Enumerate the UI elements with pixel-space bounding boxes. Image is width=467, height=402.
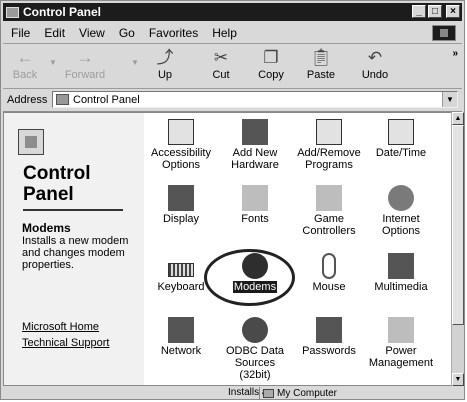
icon-grid: Accessibility Options Add New Hardware A… xyxy=(144,113,451,385)
item-fonts[interactable]: Fonts xyxy=(218,185,292,225)
menu-help[interactable]: Help xyxy=(212,26,237,40)
copy-button[interactable]: ❐ Copy xyxy=(251,47,291,81)
mouse-icon xyxy=(322,253,336,279)
status-zone-label: My Computer xyxy=(277,387,338,399)
item-network[interactable]: Network xyxy=(144,317,218,357)
control-panel-window: Control Panel _ □ × File Edit View Go Fa… xyxy=(0,0,465,400)
menu-go[interactable]: Go xyxy=(119,26,135,40)
joystick-icon xyxy=(316,185,342,211)
back-dropdown-icon[interactable]: ▼ xyxy=(49,58,57,67)
keyboard-icon xyxy=(168,263,194,277)
technical-support-link[interactable]: Technical Support xyxy=(22,337,109,349)
paste-button[interactable]: 📋︎ Paste xyxy=(301,47,341,81)
accessibility-icon xyxy=(168,119,194,145)
maximize-button[interactable]: □ xyxy=(428,5,442,18)
undo-button[interactable]: ↶ Undo xyxy=(355,47,395,81)
keys-icon xyxy=(316,317,342,343)
content-area: Control Panel Modems Installs a new mode… xyxy=(3,112,451,386)
menu-favorites[interactable]: Favorites xyxy=(149,26,198,40)
highlight-circle xyxy=(204,249,295,306)
selected-item-description: Installs a new modem and changes modem p… xyxy=(22,235,129,271)
address-value: Control Panel xyxy=(73,93,140,106)
control-panel-icon xyxy=(6,6,19,18)
forward-arrow-icon: → xyxy=(76,48,94,67)
scroll-down-icon[interactable]: ▼ xyxy=(452,373,464,386)
item-add-remove-programs[interactable]: Add/Remove Programs xyxy=(292,119,366,171)
copy-icon: ❐ xyxy=(263,48,279,67)
address-bar: Address Control Panel ▼ xyxy=(3,89,462,112)
item-odbc-data-sources[interactable]: ODBC Data Sources (32bit) xyxy=(218,317,292,381)
address-field[interactable]: Control Panel ▼ xyxy=(52,91,458,108)
menu-bar: File Edit View Go Favorites Help xyxy=(3,23,462,44)
more-chevron-icon[interactable]: » xyxy=(452,48,458,59)
undo-icon: ↶ xyxy=(367,48,383,67)
up-folder-icon: ⤴ xyxy=(156,48,174,67)
add-hardware-icon xyxy=(242,119,268,145)
address-dropdown-icon[interactable]: ▼ xyxy=(442,92,457,107)
status-bar: Installs a My Computer xyxy=(3,387,462,400)
item-date-time[interactable]: Date/Time xyxy=(364,119,438,159)
control-panel-large-icon xyxy=(18,129,44,155)
odbc-icon xyxy=(242,317,268,343)
multimedia-icon xyxy=(388,253,414,279)
windows-logo-icon xyxy=(432,25,456,41)
up-button[interactable]: ⤴ Up xyxy=(145,47,185,81)
panel-title: Control Panel xyxy=(23,163,91,205)
title-bar[interactable]: Control Panel _ □ × xyxy=(3,3,462,21)
item-power-management[interactable]: Power Management xyxy=(364,317,438,369)
scroll-thumb[interactable] xyxy=(452,125,464,325)
menu-edit[interactable]: Edit xyxy=(44,26,65,40)
item-internet-options[interactable]: Internet Options xyxy=(364,185,438,237)
my-computer-icon xyxy=(263,388,274,398)
scissors-icon: ✂ xyxy=(213,48,229,67)
menu-file[interactable]: File xyxy=(11,26,30,40)
item-add-new-hardware[interactable]: Add New Hardware xyxy=(218,119,292,171)
globe-icon xyxy=(388,185,414,211)
minimize-button[interactable]: _ xyxy=(412,5,426,18)
selected-item-name: Modems xyxy=(22,221,71,235)
item-passwords[interactable]: Passwords xyxy=(292,317,366,357)
back-button[interactable]: ← Back xyxy=(5,47,45,81)
title-underline xyxy=(23,209,123,211)
calendar-icon xyxy=(388,119,414,145)
forward-dropdown-icon[interactable]: ▼ xyxy=(131,58,139,67)
close-button[interactable]: × xyxy=(446,5,460,18)
vertical-scrollbar[interactable]: ▲ ▼ xyxy=(451,112,464,386)
control-panel-small-icon xyxy=(56,94,69,105)
item-mouse[interactable]: Mouse xyxy=(292,253,366,293)
item-game-controllers[interactable]: Game Controllers xyxy=(292,185,366,237)
address-label: Address xyxy=(7,94,48,106)
back-arrow-icon: ← xyxy=(16,48,34,67)
fonts-folder-icon xyxy=(242,185,268,211)
microsoft-home-link[interactable]: Microsoft Home xyxy=(22,321,99,333)
power-plug-icon xyxy=(388,317,414,343)
add-remove-programs-icon xyxy=(316,119,342,145)
display-icon xyxy=(168,185,194,211)
item-accessibility-options[interactable]: Accessibility Options xyxy=(144,119,218,171)
info-panel: Control Panel Modems Installs a new mode… xyxy=(4,113,144,385)
network-icon xyxy=(168,317,194,343)
status-zone: My Computer xyxy=(259,387,383,399)
toolbar: ← Back ▼ → Forward ▼ ⤴ Up ✂ Cut ❐ Copy 📋… xyxy=(3,44,462,89)
window-title: Control Panel xyxy=(23,5,102,19)
scroll-up-icon[interactable]: ▲ xyxy=(452,112,464,125)
menu-view[interactable]: View xyxy=(79,26,105,40)
item-display[interactable]: Display xyxy=(144,185,218,225)
cut-button[interactable]: ✂ Cut xyxy=(201,47,241,81)
forward-button[interactable]: → Forward xyxy=(61,47,109,81)
item-multimedia[interactable]: Multimedia xyxy=(364,253,438,293)
paste-icon: 📋︎ xyxy=(310,48,332,67)
